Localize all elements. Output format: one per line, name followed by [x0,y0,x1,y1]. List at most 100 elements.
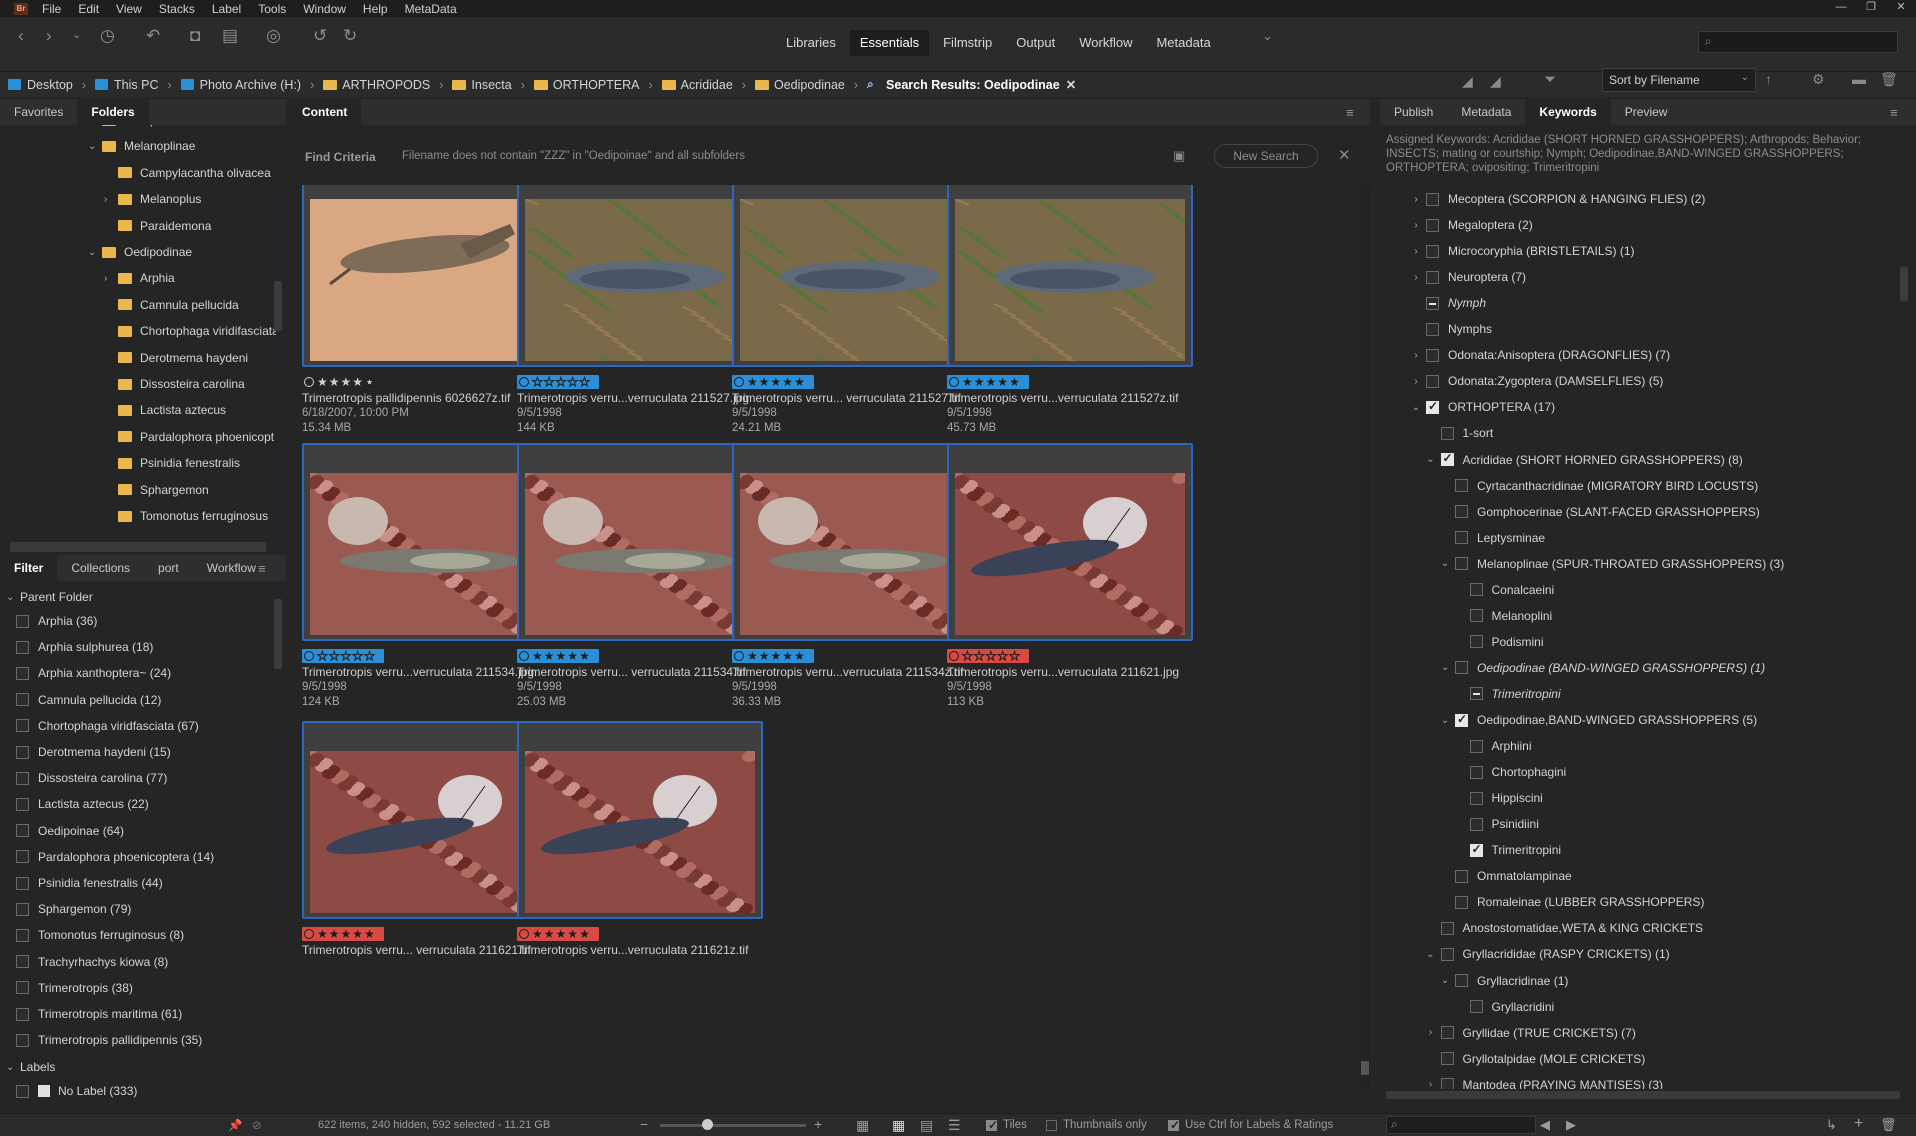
keyword-item[interactable]: Hippiscini [1454,791,1543,805]
star-icon[interactable]: ★ [759,650,770,662]
keyword-item[interactable]: Gomphocerinae (SLANT-FACED GRASSHOPPERS) [1439,505,1760,519]
breadcrumb-item[interactable]: Insecta › [452,78,525,92]
chevron-down-icon[interactable]: ⌄ [1439,975,1451,986]
chevron-down-icon[interactable]: ⌄ [1410,402,1422,413]
thumbnail[interactable] [517,721,763,919]
checkbox[interactable] [16,693,29,707]
chevron-right-icon[interactable]: › [1410,376,1422,387]
open-recent-icon[interactable]: ⚙ [1812,71,1825,88]
chevron-down-icon[interactable]: ⌄ [1439,558,1451,569]
star-icon[interactable]: ★ [328,650,340,663]
keyword-checkbox[interactable] [1426,348,1439,362]
star-icon[interactable]: ★ [555,376,567,389]
chevron-right-icon[interactable]: › [1410,194,1422,205]
breadcrumb-item[interactable]: Photo Archive (H:) › [180,78,314,92]
star-icon[interactable]: ★ [579,650,590,662]
thumbnail[interactable] [302,721,548,919]
checkbox[interactable] [16,824,29,838]
breadcrumb-item[interactable]: ORTHOPTERA › [533,78,653,92]
thumbnails-only-toggle[interactable]: Thumbnails only [1046,1119,1147,1131]
forward-arrow-icon[interactable]: › [46,26,52,46]
filter-item[interactable]: Trimerotropis pallidipennis (35) [16,1033,202,1047]
restore-button[interactable]: ❐ [1856,0,1886,17]
menu-item-label[interactable]: Label [212,2,241,16]
filter-no-label[interactable]: No Label (333) [16,1084,137,1098]
star-icon[interactable]: ★ [364,928,375,940]
camera-icon[interactable]: ◘ [190,26,200,46]
breadcrumb-item[interactable]: ARTHROPODS › [323,78,443,92]
star-icon[interactable]: ★ [567,650,578,662]
trash-icon[interactable]: 🗑 [1880,71,1898,88]
keyword-checkbox[interactable] [1440,1026,1454,1040]
keyword-checkbox[interactable] [1440,921,1454,935]
breadcrumb-item[interactable]: Oedipodinae › [754,78,858,92]
checkbox[interactable] [16,928,29,942]
keyword-item[interactable]: Ommatolampinae [1439,869,1572,883]
thumbnail-view-icon[interactable]: ▦ [892,1117,905,1134]
rating-stars[interactable]: ★ ★ ★ ★ ★ [302,375,384,389]
filter-item[interactable]: Chortophaga viridfasciata (67) [16,719,199,733]
keyword-item[interactable]: ⌄ Oedipodinae,BAND-WINGED GRASSHOPPERS (5… [1439,712,1757,728]
menu-item-file[interactable]: File [42,2,61,16]
zoom-out-icon[interactable]: − [640,1116,648,1132]
quality-options-icon[interactable]: ◢ [1490,73,1501,90]
chevron-right-icon[interactable]: › [1410,220,1422,231]
star-icon[interactable]: ★ [567,928,578,940]
rating-stars[interactable]: ★ ★ ★ ★ ★ [517,927,599,941]
workspace-tab-filmstrip[interactable]: Filmstrip [933,30,1002,56]
star-icon[interactable]: ★ [985,650,997,663]
keyword-checkbox[interactable] [1426,218,1439,232]
keyword-checkbox[interactable] [1426,192,1439,206]
star-icon[interactable]: ★ [997,650,1009,663]
checkbox[interactable] [16,640,29,654]
refine-icon[interactable]: ▤ [222,26,238,46]
keyword-search-input[interactable]: ⌕ [1386,1116,1536,1134]
keyword-checkbox[interactable] [1469,817,1483,831]
keyword-checkbox[interactable] [1426,399,1439,414]
star-icon[interactable]: ★ [794,650,805,662]
workspace-tab-workflow[interactable]: Workflow [1069,30,1142,56]
filter-item[interactable]: Oedipoinae (64) [16,824,124,838]
star-icon[interactable]: ★ [1009,650,1021,663]
labels-header[interactable]: ⌄ Labels [6,1060,55,1074]
star-icon[interactable]: ★ [759,376,770,388]
filter-item[interactable]: Lactista aztecus (22) [16,797,149,811]
keyword-item[interactable]: Nymph [1410,296,1486,310]
recent-icon[interactable]: ◷ [100,26,115,46]
keyword-checkbox[interactable] [1440,1078,1454,1089]
star-icon[interactable]: ★ [340,650,352,663]
reject-icon[interactable] [519,377,529,387]
keyword-item[interactable]: › Mantodea (PRAYING MANTISES) (3) [1425,1078,1663,1089]
star-icon[interactable]: ★ [973,650,985,663]
filter-item[interactable]: Trimerotropis (38) [16,981,133,995]
keyword-checkbox[interactable] [1455,712,1468,727]
thumbnail[interactable] [732,443,978,641]
chevron-down-icon[interactable]: ⌄ [1425,454,1437,465]
star-icon[interactable]: ★ [544,928,555,940]
menu-item-view[interactable]: View [116,2,142,16]
rotate-right-icon[interactable]: ↻ [343,26,357,46]
keyword-checkbox[interactable] [1440,426,1454,440]
star-icon[interactable]: ★ [317,650,329,663]
list-view-icon[interactable]: ☰ [948,1117,961,1134]
reject-icon[interactable] [519,929,529,939]
star-icon[interactable]: ★ [771,650,782,662]
boomerang-icon[interactable]: ↶ [146,26,160,46]
star-icon[interactable]: ★ [579,928,590,940]
sort-dropdown[interactable]: Sort by Filename ⌄ [1602,68,1756,92]
workspace-tab-essentials[interactable]: Essentials [849,30,930,56]
checkbox[interactable] [1046,1119,1057,1131]
sort-direction-icon[interactable]: ↑ [1765,71,1772,87]
keyword-checkbox[interactable] [1469,583,1483,597]
tiles-toggle[interactable]: Tiles [986,1118,1027,1132]
star-icon[interactable]: ★ [317,928,328,940]
thumbnail[interactable] [947,443,1193,641]
chevron-right-icon[interactable]: › [1410,246,1422,257]
keyword-item[interactable]: ⌄ Melanoplinae (SPUR-THROATED GRASSHOPPER… [1439,557,1784,571]
menu-item-metadata[interactable]: MetaData [405,2,457,16]
checkbox[interactable] [1168,1118,1180,1132]
tab-content[interactable]: Content [288,99,362,125]
grid-lock-icon[interactable]: ▦ [856,1117,869,1134]
workspace-tab-libraries[interactable]: Libraries [776,30,846,56]
keyword-checkbox[interactable] [1455,895,1468,909]
